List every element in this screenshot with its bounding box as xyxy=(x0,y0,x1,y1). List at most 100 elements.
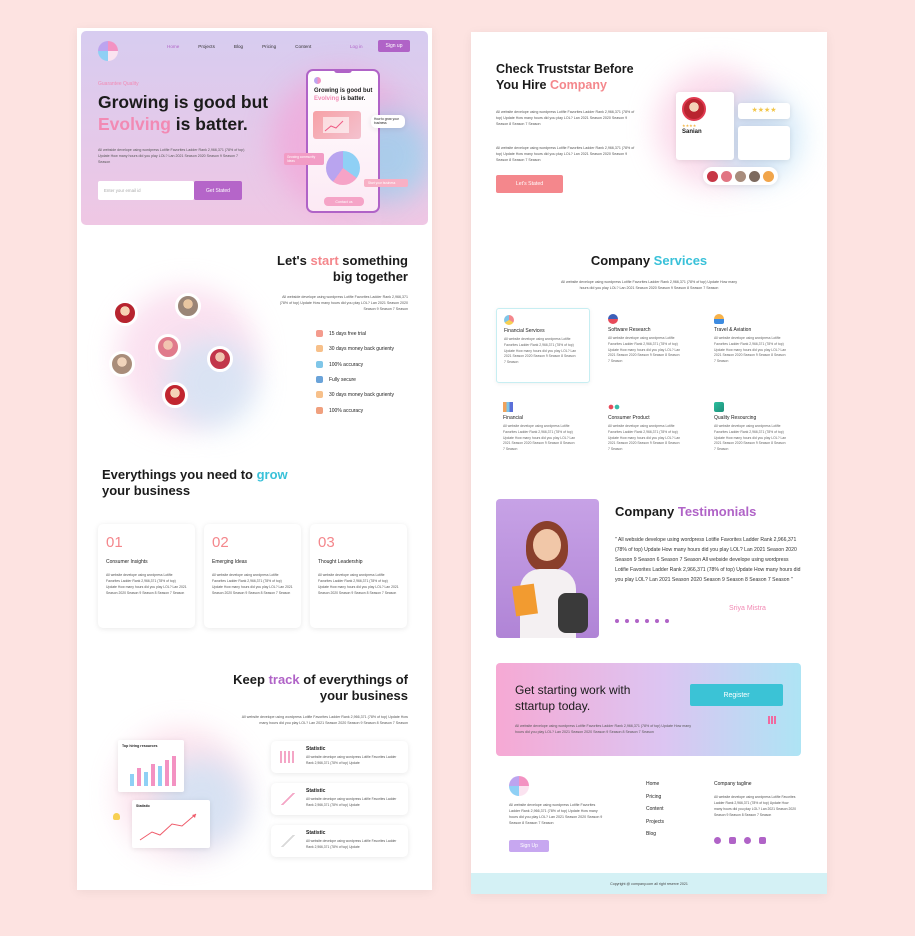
card-number: 01 xyxy=(106,534,123,551)
pagination-dot[interactable] xyxy=(615,619,619,623)
footer-link-projects[interactable]: Projects xyxy=(646,819,664,825)
testimonial-pagination xyxy=(615,619,669,623)
avatar xyxy=(721,170,732,182)
service-title: Financial xyxy=(503,415,524,421)
lets-started-button[interactable]: Let's Stated xyxy=(496,175,563,193)
youtube-icon[interactable] xyxy=(729,837,736,844)
chart-bar xyxy=(130,774,134,786)
service-item[interactable]: Financial All website develope using wor… xyxy=(496,396,590,471)
phone-pie-chart xyxy=(326,151,360,185)
chart-decor-icon xyxy=(768,716,776,724)
pagination-dot[interactable] xyxy=(635,619,639,623)
phone-headline: Growing is good but Evolving is batter. xyxy=(314,88,373,102)
testimonials-title: Company Testimonials xyxy=(615,504,757,519)
service-title: Quality Resourcing xyxy=(714,415,757,421)
stat-card: Statistic All website develope using wor… xyxy=(271,825,408,857)
cta-banner: Get starting work with sttartup today. A… xyxy=(496,663,801,756)
footer-links: Home Pricing Content Projects Blog xyxy=(646,781,664,837)
feature-item: 100% accuracy xyxy=(316,407,363,414)
feature-item: Fully secure xyxy=(316,376,356,383)
social-links xyxy=(714,837,766,844)
pagination-dot[interactable] xyxy=(665,619,669,623)
feature-item: 15 days free trial xyxy=(316,330,366,337)
services-description: All website develope using wordpress Lot… xyxy=(561,280,737,290)
feature-item: 100% accuracy xyxy=(316,361,363,368)
phone-tag-ideas: Growing community Ideas xyxy=(284,153,324,165)
stat-line-icon xyxy=(280,835,296,847)
card-title: Consumer Insights xyxy=(106,559,148,565)
chart-bar xyxy=(137,768,141,786)
nav-blog[interactable]: Blog xyxy=(234,44,243,49)
footer-logo-icon[interactable] xyxy=(509,776,529,796)
facebook-icon[interactable] xyxy=(744,837,751,844)
hiring-bar-chart xyxy=(130,754,180,786)
pagination-dot[interactable] xyxy=(625,619,629,623)
footer-link-content[interactable]: Content xyxy=(646,806,664,812)
footer-link-pricing[interactable]: Pricing xyxy=(646,794,664,800)
hero-description: All webside develope using wordpress Lot… xyxy=(98,148,245,164)
nav-home[interactable]: Home xyxy=(167,44,179,49)
service-item[interactable]: Travel & Aviation All website develope u… xyxy=(707,308,801,383)
stat-description: All website develope using wordpress Lot… xyxy=(306,797,397,807)
card-title: Emerging Ideas xyxy=(212,559,248,565)
card-title: Thought Leadership xyxy=(318,559,363,565)
blank-card xyxy=(738,126,790,160)
logo-icon[interactable] xyxy=(98,41,118,61)
pagination-dot[interactable] xyxy=(645,619,649,623)
rating-stars-small: ★★★★ xyxy=(682,123,697,128)
nav-pricing[interactable]: Pricing xyxy=(262,44,276,49)
avatar xyxy=(112,300,138,326)
login-link[interactable]: Log in xyxy=(350,44,363,49)
footer-link-home[interactable]: Home xyxy=(646,781,664,787)
testimonial-photo xyxy=(496,499,599,638)
software-research-icon xyxy=(608,314,618,324)
start-title: Let's start something big together xyxy=(277,253,408,284)
stat-title: Statistic xyxy=(306,788,326,794)
card-number: 03 xyxy=(318,534,335,551)
footer-link-blog[interactable]: Blog xyxy=(646,831,664,837)
footer-tagline-description: All website develope using wordpress Lot… xyxy=(714,795,796,817)
card-number: 02 xyxy=(212,534,229,551)
stat-line-icon xyxy=(280,793,296,805)
stat-title: Statistic xyxy=(306,830,326,836)
hero-title: Growing is good but Evolving is batter. xyxy=(98,92,269,134)
footer-signup-button[interactable]: Sign Up xyxy=(509,840,549,852)
phone-contact-button[interactable]: Contact us xyxy=(324,197,364,206)
chart-bar xyxy=(158,766,162,786)
stat-title: Statistic xyxy=(306,746,326,752)
instagram-icon[interactable] xyxy=(759,837,766,844)
testimonial-quote: " All webside develope using wordpress L… xyxy=(615,537,801,583)
service-title: Software Research xyxy=(608,327,651,333)
card-description: All website develope using wordpress Lot… xyxy=(106,573,187,595)
service-item[interactable]: Financial Services All website develope … xyxy=(496,308,590,383)
nav-projects[interactable]: Projects xyxy=(198,44,215,49)
landing-page-right: Check Truststar Before You Hire Company … xyxy=(471,32,827,894)
stat-card: Statistic All website develope using wor… xyxy=(271,741,408,773)
grow-card: 01 Consumer Insights All website develop… xyxy=(98,524,195,628)
nav-content[interactable]: Content xyxy=(295,44,311,49)
service-description: All website develope using wordpress Lot… xyxy=(503,424,576,452)
reviewer-card: ★★★★ Sanian xyxy=(676,92,734,160)
card-description: All website develope using wordpress Lot… xyxy=(318,573,399,595)
service-description: All website develope using wordpress Lot… xyxy=(714,424,787,452)
avatar xyxy=(749,170,760,182)
get-started-button[interactable]: Get Stated xyxy=(194,181,242,200)
avatar xyxy=(155,334,181,360)
service-item[interactable]: Software Research All website develope u… xyxy=(601,308,695,383)
service-item[interactable]: Consumer Product All website develope us… xyxy=(601,396,695,471)
hero-section: Home Projects Blog Pricing Content Log i… xyxy=(81,31,428,225)
twitter-icon[interactable] xyxy=(714,837,721,844)
service-item[interactable]: Quality Resourcing All website develope … xyxy=(707,396,801,471)
chart-bar xyxy=(151,764,155,786)
pagination-dot[interactable] xyxy=(655,619,659,623)
secure-icon xyxy=(316,376,323,383)
chart-bar xyxy=(144,772,148,786)
email-input[interactable]: Enter your email id xyxy=(98,181,194,200)
grow-card: 02 Emerging Ideas All website develope u… xyxy=(204,524,301,628)
signup-button[interactable]: Sign up xyxy=(378,40,410,52)
register-button[interactable]: Register xyxy=(690,684,783,706)
reviewer-name: Sanian xyxy=(682,129,702,135)
main-nav: Home Projects Blog Pricing Content xyxy=(167,44,311,49)
grow-card: 03 Thought Leadership All website develo… xyxy=(310,524,407,628)
consumer-product-icon xyxy=(608,402,620,412)
